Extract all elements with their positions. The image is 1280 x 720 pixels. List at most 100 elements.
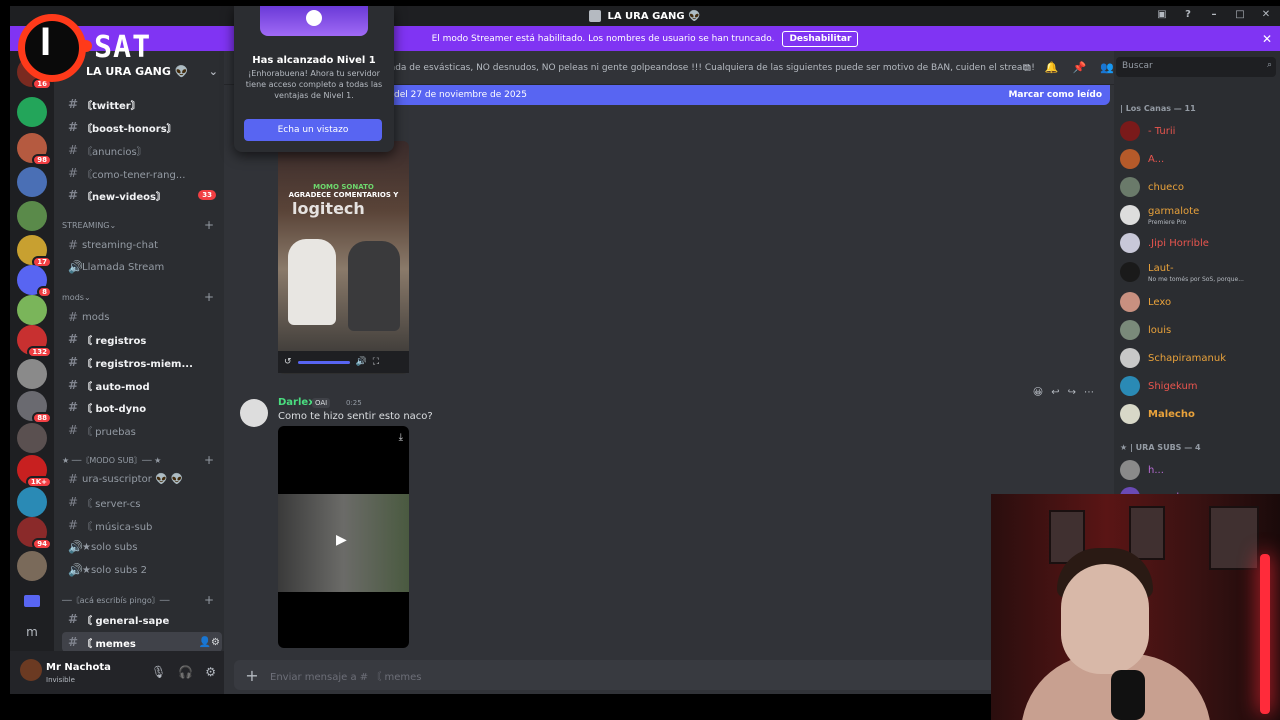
category-modo-sub[interactable]: ★ ── 〘MODO SUB〙 ── ★ + <box>62 452 222 468</box>
person-figure <box>288 239 336 325</box>
channel-bot-dyno[interactable]: ●#〘 bot-dyno <box>62 397 222 417</box>
minimize-button[interactable]: – <box>1208 9 1220 20</box>
server-icon-2[interactable] <box>17 97 47 127</box>
pin-icon[interactable]: 📌 <box>1073 61 1087 75</box>
message-composer[interactable]: + Enviar mensaje a # 〘 memes <box>234 660 1104 690</box>
attach-icon[interactable]: + <box>234 666 270 685</box>
channel-como-tener-rango[interactable]: # 〘como-tener-rang... <box>62 163 222 183</box>
volume-icon[interactable]: 🔊 <box>356 357 367 367</box>
channel-new-videos[interactable]: ●#〘new-videos〙33 <box>62 185 222 205</box>
server-icon-7[interactable]: 8 <box>17 265 52 298</box>
threads-icon[interactable]: ⧉ <box>1023 61 1031 75</box>
member-item[interactable]: Schapiramanuk <box>1120 346 1276 370</box>
channel-server-cs[interactable]: # 〘 server-cs <box>62 492 222 512</box>
more-icon[interactable]: ⋯ <box>1084 387 1094 398</box>
channel-mods[interactable]: # mods <box>62 307 222 327</box>
maximize-button[interactable]: □ <box>1234 9 1246 20</box>
member-item[interactable]: A... <box>1120 147 1276 171</box>
server-icon-13[interactable]: 1K+ <box>17 455 52 488</box>
channel-musica-sub[interactable]: # 〘 música-sub <box>62 515 222 535</box>
channel-ura-suscriptor[interactable]: # ura-suscriptor 👽 👽 <box>62 469 222 489</box>
microphone-icon[interactable]: 🎙 <box>151 665 166 679</box>
video-attachment-1[interactable]: MOMO SONATO AGRADECE COMENTARIOS Y logit… <box>278 141 409 374</box>
channel-memes[interactable]: # 〘 memes 👤⚙ <box>62 632 222 651</box>
channel-boost-honors[interactable]: ●#〘boost-honors〙 <box>62 117 222 137</box>
close-banner-icon[interactable]: ✕ <box>1262 32 1272 46</box>
member-item[interactable]: - Turii <box>1120 119 1276 143</box>
fullscreen-icon[interactable]: ⛶ <box>373 357 379 367</box>
category-mods[interactable]: mods ⌄ + <box>62 289 222 305</box>
headphones-icon[interactable]: 🎧 <box>178 665 193 679</box>
server-icon-14[interactable] <box>17 487 47 517</box>
video-attachment-2[interactable]: ⤓ ▶ <box>278 426 409 648</box>
wall-poster <box>1209 506 1259 570</box>
mark-as-read-button[interactable]: Marcar como leído <box>1008 90 1102 100</box>
disable-streamer-button[interactable]: Deshabilitar <box>782 30 859 47</box>
add-channel-icon[interactable]: + <box>204 218 214 232</box>
member-item[interactable]: Lexo <box>1120 290 1276 314</box>
gear-icon[interactable]: ⚙ <box>205 665 216 679</box>
member-activity: Premiere Pro <box>1148 219 1187 226</box>
play-icon[interactable]: ▶ <box>336 532 347 548</box>
server-icon-15[interactable]: 94 <box>17 517 52 550</box>
voice-channel-llamada-stream[interactable]: 🔊 Llamada Stream <box>62 257 222 277</box>
members-icon[interactable]: 👥 <box>1100 61 1114 75</box>
channel-twitter[interactable]: ●#〘twitter〙 <box>62 94 222 114</box>
avatar[interactable] <box>240 399 268 427</box>
take-a-look-button[interactable]: Echa un vistazo <box>244 119 382 141</box>
member-name: garmalote <box>1148 205 1200 217</box>
message-author[interactable]: Darlex <box>278 397 315 408</box>
add-channel-icon[interactable]: + <box>204 593 214 607</box>
channel-streaming-chat[interactable]: # streaming-chat <box>62 235 222 255</box>
server-icon-16[interactable] <box>17 551 47 581</box>
search-input[interactable]: Buscar ⌕ <box>1116 57 1276 77</box>
member-item[interactable]: louis <box>1120 318 1276 342</box>
server-icon-9[interactable]: 132 <box>17 325 52 358</box>
member-item[interactable]: Shigekum <box>1120 374 1276 398</box>
avatar[interactable] <box>20 659 42 681</box>
member-item[interactable]: h... <box>1120 458 1276 482</box>
help-icon[interactable]: ? <box>1182 9 1194 20</box>
forward-icon[interactable]: ↪ <box>1068 387 1076 398</box>
folder-icon[interactable] <box>24 595 40 607</box>
replay-icon[interactable]: ↺ <box>284 357 292 367</box>
server-icon-11[interactable]: 88 <box>17 391 52 424</box>
member-item[interactable]: garmalote Premiere Pro <box>1120 203 1276 227</box>
server-icon-6[interactable]: 17 <box>17 235 52 268</box>
channel-auto-mod[interactable]: ●#〘 auto-mod <box>62 375 222 395</box>
add-channel-icon[interactable]: + <box>204 453 214 467</box>
member-item[interactable]: Malecho <box>1120 402 1276 426</box>
channel-settings-icon[interactable]: 👤⚙ <box>199 637 220 648</box>
member-item[interactable]: Laut- No me tomés por SoS, porque... <box>1120 260 1276 284</box>
channel-registros[interactable]: ●#〘 registros <box>62 329 222 349</box>
category-streaming[interactable]: STREAMING ⌄ + <box>62 217 222 233</box>
member-item[interactable]: chueco <box>1120 175 1276 199</box>
add-channel-icon[interactable]: + <box>204 290 214 304</box>
channel-anuncios[interactable]: # 〘anuncios〙 <box>62 140 222 160</box>
server-icon-m[interactable]: m <box>17 617 47 647</box>
server-icon-3[interactable]: 98 <box>17 133 52 166</box>
channel-general-sape[interactable]: ●#〘 general-sape <box>62 609 222 629</box>
download-icon[interactable]: ⤓ <box>399 432 403 443</box>
reaction-icon[interactable]: 😀 <box>1033 387 1043 398</box>
category-aca-escribis-pingo[interactable]: ── 〘acá escribís pingo〙 ── + <box>62 592 222 608</box>
inbox-icon[interactable]: ▣ <box>1156 9 1168 20</box>
server-icon-5[interactable] <box>17 201 47 231</box>
channel-label: mods <box>82 311 110 323</box>
new-messages-bar[interactable]: del 27 de noviembre de 2025 Marcar como … <box>384 85 1110 105</box>
member-name: h... <box>1148 464 1164 476</box>
voice-channel-solo-subs-2[interactable]: 🔊 ★ solo subs 2 <box>62 560 222 580</box>
reply-icon[interactable]: ↩ <box>1051 387 1059 398</box>
voice-channel-solo-subs[interactable]: 🔊 ★ solo subs <box>62 537 222 557</box>
server-icon-4[interactable] <box>17 167 47 197</box>
server-icon-10[interactable] <box>17 359 47 389</box>
server-icon-8[interactable] <box>17 295 47 325</box>
server-icon-12[interactable] <box>17 423 47 453</box>
channel-pruebas[interactable]: # 〘 pruebas <box>62 420 222 440</box>
bell-icon[interactable]: 🔔 <box>1045 61 1059 75</box>
channel-registros-miembros[interactable]: ●#〘 registros-miem... <box>62 352 222 372</box>
close-window-button[interactable]: ✕ <box>1260 9 1272 20</box>
progress-bar[interactable] <box>297 360 350 364</box>
member-item[interactable]: .Jipi Horrible <box>1120 231 1276 255</box>
hash-icon: # <box>68 97 79 111</box>
